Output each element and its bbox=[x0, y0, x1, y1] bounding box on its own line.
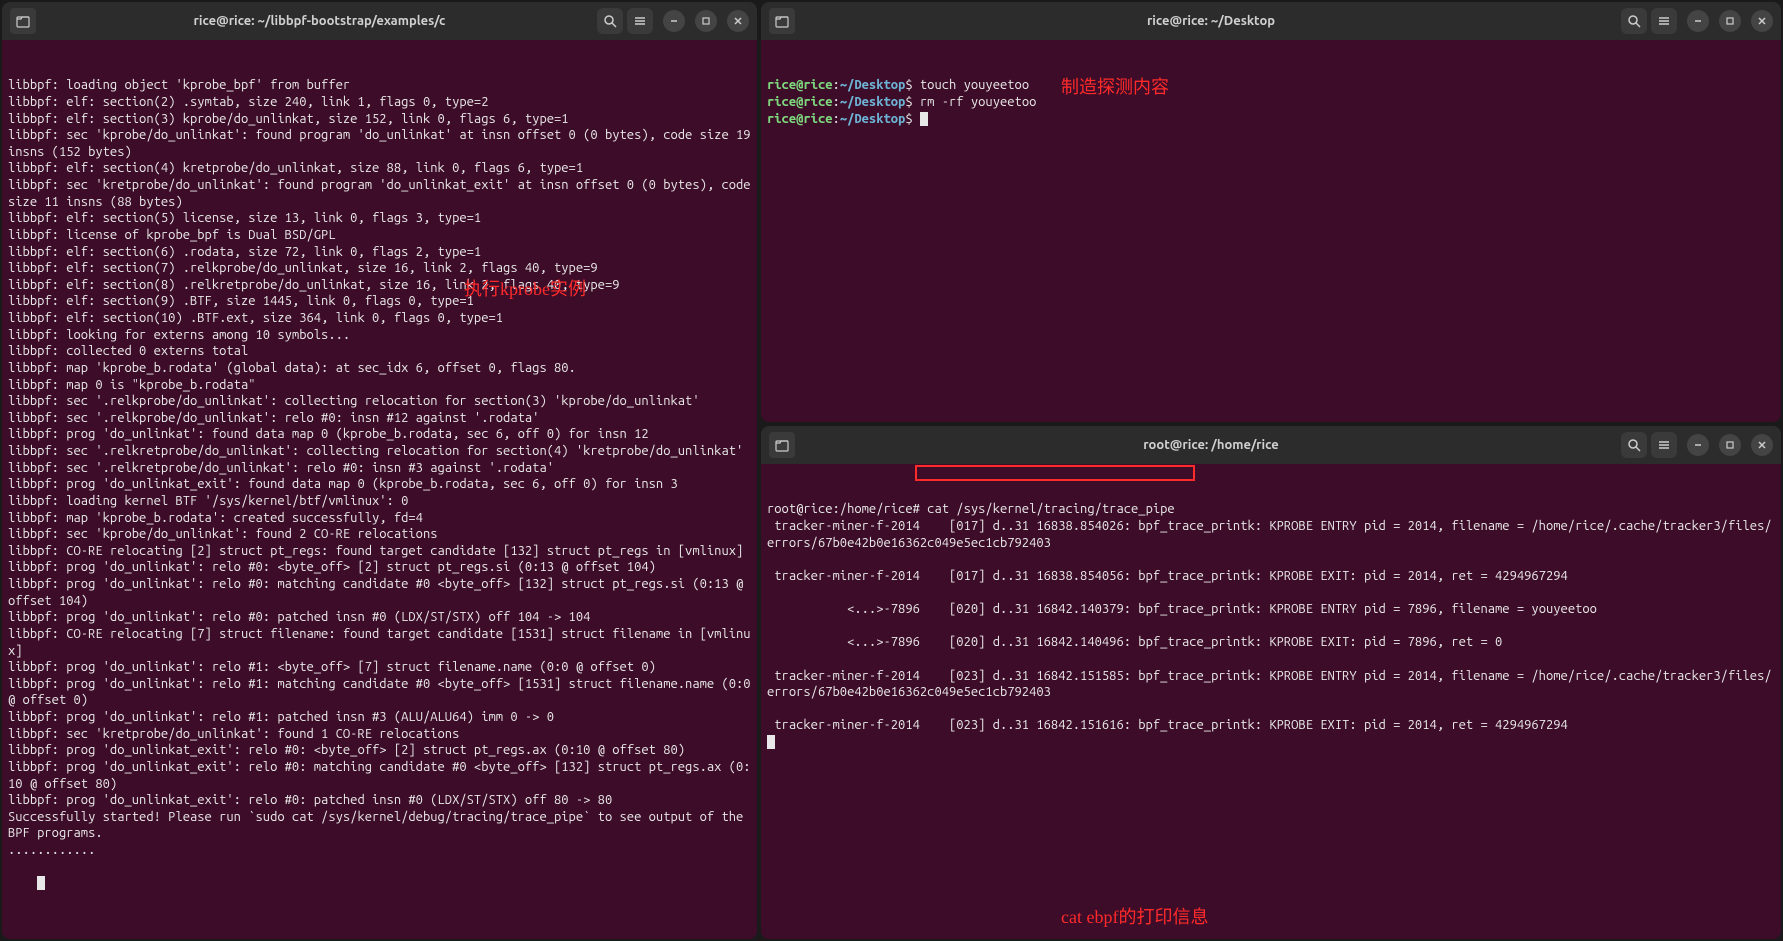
titlebar-left: rice@rice: ~/libbpf-bootstrap/examples/c bbox=[2, 2, 757, 40]
new-tab-button[interactable] bbox=[10, 8, 36, 34]
annotation-bottom-right: cat ebpf的打印信息 bbox=[1061, 906, 1208, 929]
window-title: rice@rice: ~/libbpf-bootstrap/examples/c bbox=[42, 14, 597, 28]
new-tab-button[interactable] bbox=[769, 8, 795, 34]
maximize-button[interactable] bbox=[695, 10, 717, 32]
maximize-button[interactable] bbox=[1719, 434, 1741, 456]
output-line bbox=[767, 651, 1775, 668]
menu-button[interactable] bbox=[1651, 432, 1677, 458]
output-line: <...>-7896 [020] d..31 16842.140379: bpf… bbox=[767, 601, 1775, 618]
minimize-button[interactable] bbox=[1687, 434, 1709, 456]
output-line bbox=[767, 618, 1775, 635]
output-line: tracker-miner-f-2014 [017] d..31 16838.8… bbox=[767, 568, 1775, 585]
prompt-line: rice@rice:~/Desktop$ bbox=[767, 111, 1775, 128]
output-line: tracker-miner-f-2014 [017] d..31 16838.8… bbox=[767, 518, 1775, 551]
output-line: tracker-miner-f-2014 [023] d..31 16842.1… bbox=[767, 668, 1775, 701]
terminal-body-bottom-right[interactable]: root@rice:/home/rice# cat /sys/kernel/tr… bbox=[761, 464, 1781, 939]
close-button[interactable] bbox=[727, 10, 749, 32]
search-button[interactable] bbox=[1621, 8, 1647, 34]
window-title: rice@rice: ~/Desktop bbox=[801, 14, 1621, 28]
output-line: tracker-miner-f-2014 [023] d..31 16842.1… bbox=[767, 717, 1775, 734]
output-line bbox=[767, 701, 1775, 718]
window-title: root@rice: /home/rice bbox=[801, 438, 1621, 452]
terminal-body-left[interactable]: libbpf: loading object 'kprobe_bpf' from… bbox=[2, 40, 757, 939]
output-line: <...>-7896 [020] d..31 16842.140496: bpf… bbox=[767, 634, 1775, 651]
prompt-line: root@rice:/home/rice# cat /sys/kernel/tr… bbox=[767, 501, 1775, 518]
output-line bbox=[767, 551, 1775, 568]
terminal-bottom-right: root@rice: /home/rice root@rice:/home/ri… bbox=[761, 426, 1781, 939]
new-tab-button[interactable] bbox=[769, 432, 795, 458]
maximize-button[interactable] bbox=[1719, 10, 1741, 32]
output-line bbox=[767, 584, 1775, 601]
minimize-button[interactable] bbox=[663, 10, 685, 32]
minimize-button[interactable] bbox=[1687, 10, 1709, 32]
menu-button[interactable] bbox=[627, 8, 653, 34]
cursor bbox=[37, 876, 45, 890]
titlebar-bottom-right: root@rice: /home/rice bbox=[761, 426, 1781, 464]
terminal-left: rice@rice: ~/libbpf-bootstrap/examples/c… bbox=[2, 2, 757, 939]
highlight-box bbox=[915, 465, 1195, 481]
titlebar-top-right: rice@rice: ~/Desktop bbox=[761, 2, 1781, 40]
terminal-body-top-right[interactable]: rice@rice:~/Desktop$ touch youyeetoorice… bbox=[761, 40, 1781, 422]
search-button[interactable] bbox=[1621, 432, 1647, 458]
prompt-line: rice@rice:~/Desktop$ rm -rf youyeetoo bbox=[767, 94, 1775, 111]
close-button[interactable] bbox=[1751, 434, 1773, 456]
close-button[interactable] bbox=[1751, 10, 1773, 32]
menu-button[interactable] bbox=[1651, 8, 1677, 34]
prompt-line: rice@rice:~/Desktop$ touch youyeetoo bbox=[767, 77, 1775, 94]
search-button[interactable] bbox=[597, 8, 623, 34]
terminal-top-right: rice@rice: ~/Desktop rice@rice:~/Desktop… bbox=[761, 2, 1781, 422]
